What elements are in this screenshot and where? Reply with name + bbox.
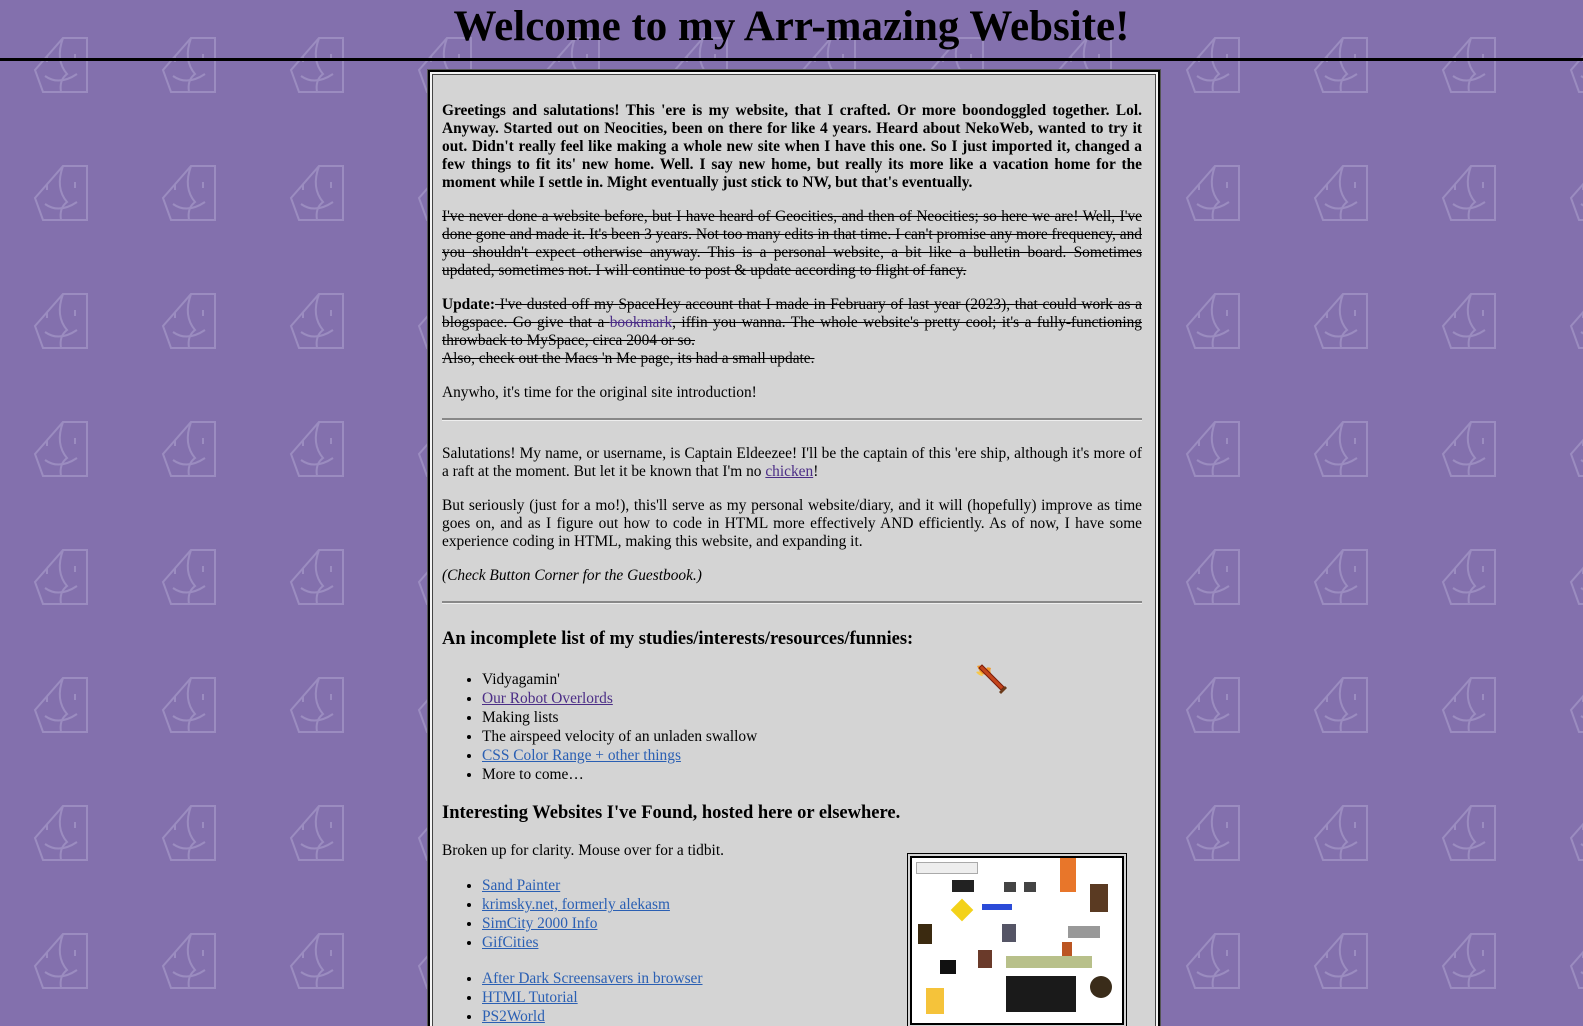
interest-label: The airspeed velocity of an unladen swal… <box>482 728 758 745</box>
interest-label: More to come… <box>482 766 584 783</box>
flaming-sword-icon <box>973 662 1009 698</box>
list-item: Vidyagamin' <box>482 670 1142 689</box>
ps2world-link[interactable]: PS2World <box>482 1008 545 1025</box>
list-item: The airspeed velocity of an unladen swal… <box>482 727 1142 746</box>
chicken-link[interactable]: chicken <box>765 463 813 480</box>
greeting-paragraph: Greetings and salutations! This 'ere is … <box>442 102 1142 191</box>
websites-collage-image <box>910 856 1124 1025</box>
krimsky-link[interactable]: krimsky.net, formerly alekasm <box>482 896 670 913</box>
sand-painter-link[interactable]: Sand Painter <box>482 877 560 894</box>
divider <box>442 601 1142 604</box>
transition-text: Anywho, it's time for the original site … <box>442 384 757 401</box>
gifcities-link[interactable]: GifCities <box>482 934 538 951</box>
list-item: More to come… <box>482 765 1142 784</box>
websites-heading: Interesting Websites I've Found, hosted … <box>442 803 901 823</box>
guestbook-note: (Check Button Corner for the Guestbook.) <box>442 567 702 584</box>
update-paragraph: Update: I've dusted off my SpaceHey acco… <box>442 296 1142 368</box>
about-text-2: ! <box>813 463 819 480</box>
bookmark-link[interactable]: bookmark <box>610 314 672 331</box>
divider <box>442 418 1142 421</box>
html-tutorial-link[interactable]: HTML Tutorial <box>482 989 578 1006</box>
old-intro-paragraph: I've never done a website before, but I … <box>442 208 1142 279</box>
update-line-2: Also, check out the Macs 'n Me page, its… <box>442 350 815 367</box>
interest-label: Vidyagamin' <box>482 671 560 688</box>
css-color-range-link[interactable]: CSS Color Range + other things <box>482 747 681 764</box>
about-paragraph-2: But seriously (just for a mo!), this'll … <box>442 497 1142 550</box>
robot-overlords-link[interactable]: Our Robot Overlords <box>482 690 613 707</box>
list-item: CSS Color Range + other things <box>482 746 1142 765</box>
main-content-panel: Greetings and salutations! This 'ere is … <box>427 69 1161 1026</box>
list-item: Our Robot Overlords <box>482 689 1142 708</box>
interests-list: Vidyagamin' Our Robot Overlords Making l… <box>442 670 1142 784</box>
page-title: Welcome to my Arr-mazing Website! <box>453 3 1130 50</box>
simcity-2000-link[interactable]: SimCity 2000 Info <box>482 915 597 932</box>
about-paragraph-1: Salutations! My name, or username, is Ca… <box>442 445 1142 481</box>
interest-label: Making lists <box>482 709 559 726</box>
update-label: Update: <box>442 296 496 313</box>
site-header: Welcome to my Arr-mazing Website! <box>0 0 1583 61</box>
interests-heading: An incomplete list of my studies/interes… <box>442 629 914 649</box>
list-item: Making lists <box>482 708 1142 727</box>
after-dark-link[interactable]: After Dark Screensavers in browser <box>482 970 703 987</box>
